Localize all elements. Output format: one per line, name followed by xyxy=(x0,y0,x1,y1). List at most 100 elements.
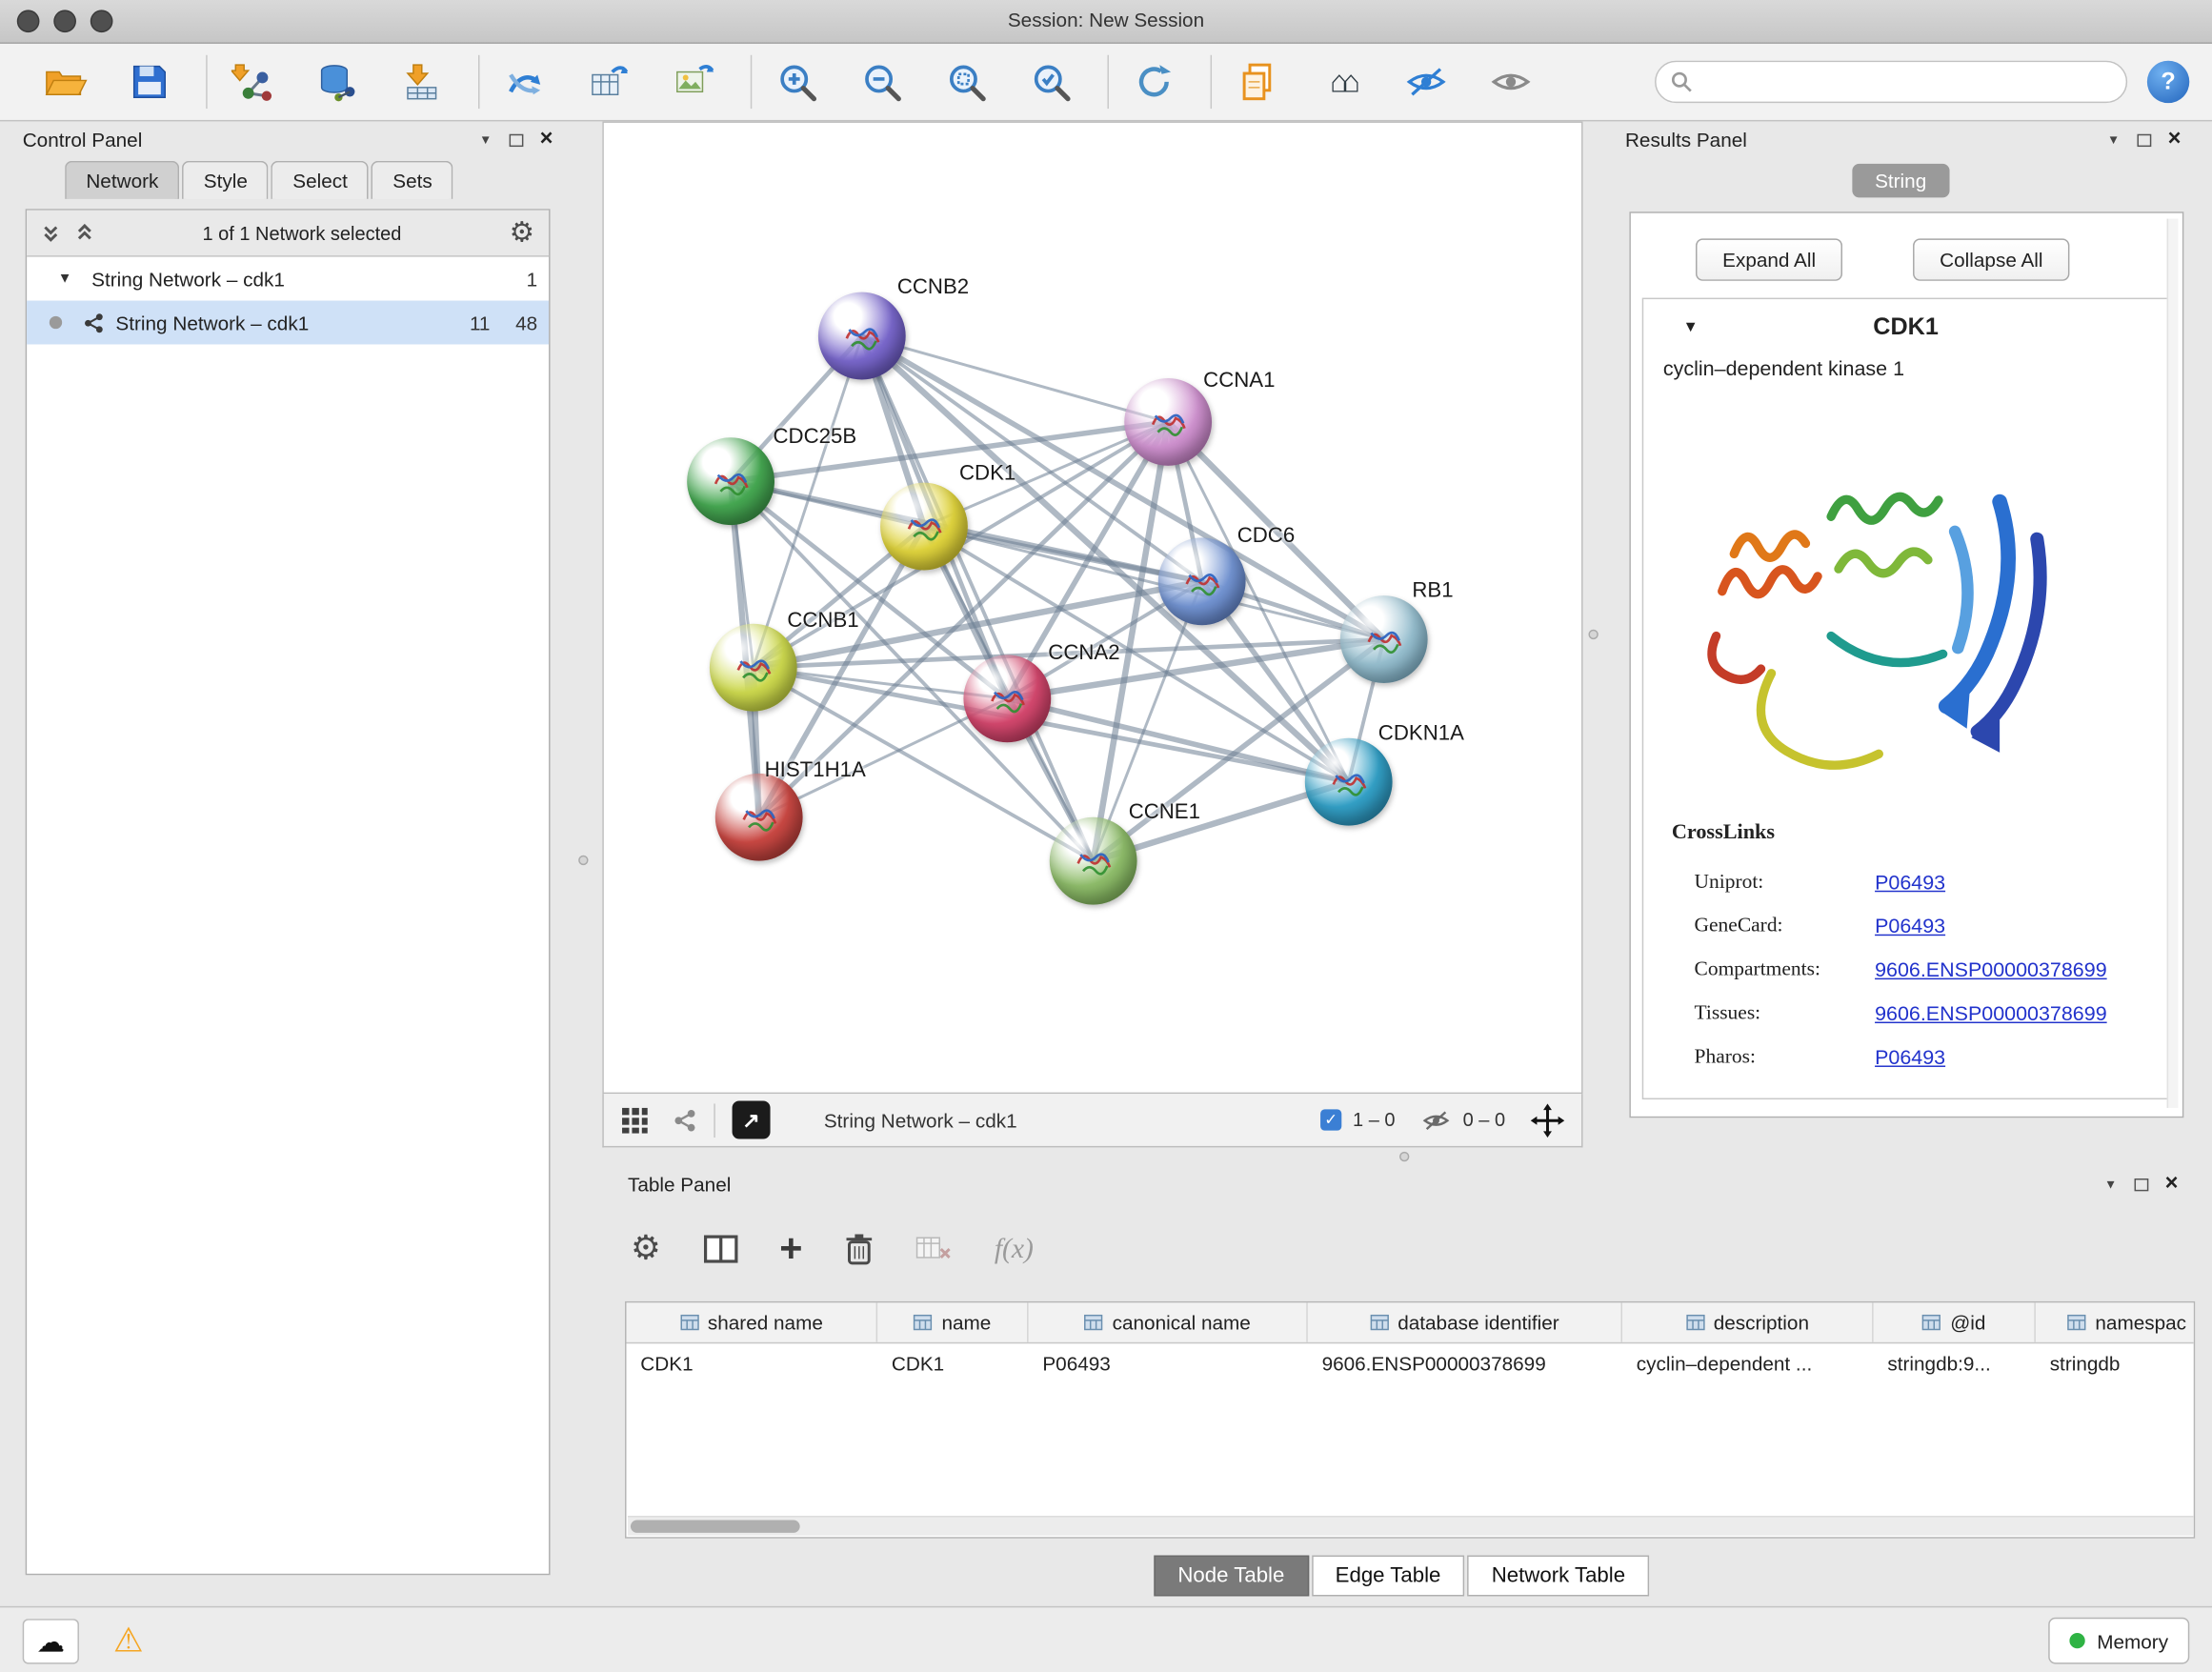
column-header-name[interactable]: name xyxy=(877,1302,1028,1341)
table-panel-float-icon[interactable] xyxy=(2134,1178,2148,1190)
share-view-icon[interactable] xyxy=(672,1107,697,1133)
results-panel-collapse-icon[interactable]: ▼ xyxy=(2107,132,2120,147)
table-panel-close-icon[interactable]: × xyxy=(2165,1178,2179,1192)
help-button[interactable]: ? xyxy=(2147,61,2189,103)
left-splitter-handle[interactable] xyxy=(578,856,588,865)
network-node-cdc6[interactable] xyxy=(1158,537,1246,625)
gene-disclosure-icon[interactable]: ▼ xyxy=(1683,319,1699,336)
crosslink-link[interactable]: P06493 xyxy=(1875,916,1945,938)
collapse-all-button[interactable]: Collapse All xyxy=(1913,238,2070,280)
network-node-cdk1[interactable] xyxy=(880,483,968,571)
scrollbar-thumb[interactable] xyxy=(631,1520,800,1532)
network-node-rb1[interactable] xyxy=(1340,595,1428,683)
table-panel-collapse-icon[interactable]: ▼ xyxy=(2104,1178,2117,1192)
crosslink-link[interactable]: P06493 xyxy=(1875,872,1945,895)
tab-edge-table[interactable]: Edge Table xyxy=(1311,1556,1464,1597)
crosslink-label: Uniprot: xyxy=(1643,871,1875,895)
home-button[interactable]: ⌂⌂ xyxy=(1311,50,1373,112)
gene-description: cyclin–dependent kinase 1 xyxy=(1643,358,2169,381)
horizontal-splitter-handle[interactable] xyxy=(1399,1152,1409,1161)
column-header-shared-name[interactable]: shared name xyxy=(627,1302,878,1341)
tab-network[interactable]: Network xyxy=(65,161,179,199)
table-horizontal-scrollbar[interactable] xyxy=(628,1516,2195,1536)
collection-disclosure-icon[interactable]: ▼ xyxy=(58,271,72,286)
network-collection-row[interactable]: ▼ String Network – cdk1 1 xyxy=(27,257,549,301)
delete-column-trash-icon[interactable] xyxy=(845,1232,874,1266)
zoom-in-icon xyxy=(777,62,816,101)
search-input[interactable] xyxy=(1701,70,2112,93)
network-node-ccna2[interactable] xyxy=(963,655,1051,742)
selected-checkbox-icon[interactable]: ✓ xyxy=(1320,1109,1341,1130)
results-panel-float-icon[interactable] xyxy=(2137,133,2151,146)
control-panel-collapse-icon[interactable]: ▼ xyxy=(479,132,492,147)
network-view[interactable]: CCNB2CCNA1CDC25BCDK1CDC6RB1CCNB1CCNA2CDK… xyxy=(602,121,1582,1094)
tab-node-table[interactable]: Node Table xyxy=(1154,1556,1308,1597)
tab-sets[interactable]: Sets xyxy=(372,161,453,199)
import-network-from-file-button[interactable] xyxy=(221,50,283,112)
control-panel-float-icon[interactable] xyxy=(509,133,523,146)
network-row[interactable]: String Network – cdk1 11 48 xyxy=(27,301,549,345)
cloud-button[interactable]: ☁ xyxy=(23,1619,79,1663)
network-list-gear-icon[interactable]: ⚙ xyxy=(510,219,535,248)
birdseye-view-button[interactable]: ↗ xyxy=(733,1101,771,1139)
function-builder-icon[interactable]: f(x) xyxy=(995,1233,1034,1265)
save-icon xyxy=(131,64,169,101)
memory-button[interactable]: Memory xyxy=(2049,1618,2189,1664)
column-header-database-identifier[interactable]: database identifier xyxy=(1308,1302,1622,1341)
tab-network-table[interactable]: Network Table xyxy=(1468,1556,1650,1597)
tab-style[interactable]: Style xyxy=(183,161,270,199)
tab-string[interactable]: String xyxy=(1852,164,1949,198)
warning-button[interactable]: ⚠ xyxy=(108,1619,150,1661)
network-node-cdkn1a[interactable] xyxy=(1305,738,1393,826)
network-node-cdc25b[interactable] xyxy=(687,437,774,525)
network-node-ccna1[interactable] xyxy=(1124,378,1212,466)
import-network-from-database-button[interactable] xyxy=(306,50,368,112)
refresh-button[interactable] xyxy=(1123,50,1185,112)
zoom-fit-button[interactable] xyxy=(935,50,997,112)
results-panel-close-icon[interactable]: × xyxy=(2168,132,2182,147)
open-session-button[interactable] xyxy=(34,50,96,112)
tab-select[interactable]: Select xyxy=(271,161,369,199)
show-columns-icon[interactable] xyxy=(703,1235,737,1263)
hide-graphics-button[interactable] xyxy=(1396,50,1458,112)
column-header-namespac[interactable]: namespac xyxy=(2036,1302,2195,1341)
add-column-icon[interactable]: + xyxy=(779,1235,802,1263)
clipboard-button[interactable] xyxy=(1226,50,1288,112)
crosslink-link[interactable]: P06493 xyxy=(1875,1046,1945,1069)
table-row[interactable]: CDK1CDK1P064939606.ENSP00000378699cyclin… xyxy=(627,1343,2194,1381)
column-header--id[interactable]: @id xyxy=(1874,1302,2036,1341)
move-crosshair-icon[interactable] xyxy=(1531,1103,1565,1138)
hidden-eye-slash-icon[interactable] xyxy=(1420,1109,1452,1132)
collapse-all-networks-icon[interactable] xyxy=(74,223,94,243)
network-node-label: CDK1 xyxy=(959,461,1016,485)
database-icon xyxy=(317,62,356,101)
control-panel-close-icon[interactable]: × xyxy=(540,132,553,147)
crosslink-link[interactable]: 9606.ENSP00000378699 xyxy=(1875,1003,2107,1026)
new-table-button[interactable] xyxy=(578,50,640,112)
search-box xyxy=(1655,61,2127,103)
toolbar-separator xyxy=(206,55,207,109)
selected-count: 1 – 0 xyxy=(1353,1109,1395,1130)
zoom-out-button[interactable] xyxy=(851,50,913,112)
crosslink-link[interactable]: 9606.ENSP00000378699 xyxy=(1875,959,2107,982)
column-header-description[interactable]: description xyxy=(1622,1302,1874,1341)
network-node-ccnb2[interactable] xyxy=(818,292,906,380)
column-header-canonical-name[interactable]: canonical name xyxy=(1029,1302,1308,1341)
results-scrollbar[interactable] xyxy=(2167,219,2179,1108)
network-node-ccne1[interactable] xyxy=(1050,817,1137,905)
new-network-button[interactable] xyxy=(493,50,555,112)
right-splitter-handle[interactable] xyxy=(1588,630,1598,639)
save-session-button[interactable] xyxy=(118,50,180,112)
export-image-button[interactable] xyxy=(663,50,725,112)
gene-section-header[interactable]: ▼ CDK1 xyxy=(1643,299,2169,355)
grid-view-icon[interactable] xyxy=(621,1106,650,1135)
zoom-in-button[interactable] xyxy=(766,50,828,112)
expand-all-button[interactable]: Expand All xyxy=(1696,238,1842,280)
import-table-from-file-button[interactable] xyxy=(391,50,452,112)
table-settings-gear-icon[interactable]: ⚙ xyxy=(631,1232,661,1266)
network-node-hist1h1a[interactable] xyxy=(715,774,803,861)
expand-all-networks-icon[interactable] xyxy=(41,223,61,243)
network-node-ccnb1[interactable] xyxy=(710,624,797,712)
show-graphics-button[interactable] xyxy=(1479,50,1541,112)
zoom-selected-button[interactable] xyxy=(1020,50,1082,112)
